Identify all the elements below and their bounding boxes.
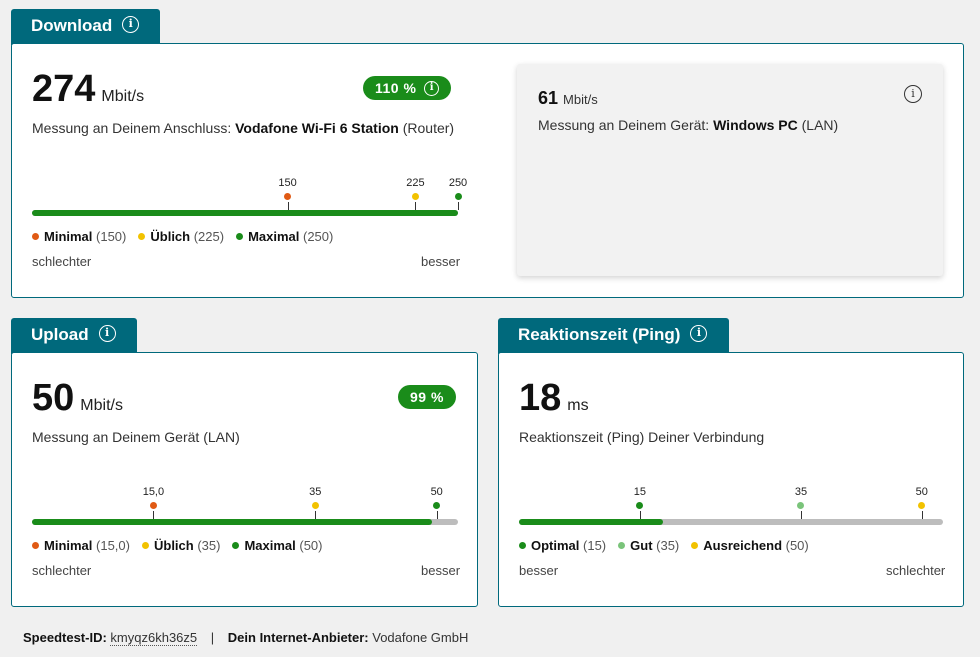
- ping-card: 18 ms Reaktionszeit (Ping) Deiner Verbind…: [498, 352, 964, 607]
- ping-tick-label: 15: [633, 486, 646, 498]
- provider-label: Dein Internet-Anbieter:: [227, 630, 369, 645]
- scale-left: besser: [519, 563, 559, 578]
- legend-dot: [691, 542, 699, 550]
- separator: |: [210, 630, 215, 645]
- upload-tick-line: [436, 511, 438, 519]
- ping-unit: ms: [567, 397, 589, 414]
- upload-progress-fill: [32, 519, 433, 525]
- ping-tick-marker: [797, 502, 805, 509]
- upload-progress-bar: [32, 519, 458, 525]
- info-icon: i: [424, 80, 440, 96]
- upload-tab: Upload i: [11, 318, 137, 354]
- upload-tick-marker: [311, 502, 319, 509]
- upload-legend-item: Minimal (15,0): [32, 538, 130, 553]
- download-tick-marker: [284, 193, 292, 200]
- ping-tick-label: 50: [915, 486, 928, 498]
- download-badge[interactable]: 110 % i: [363, 76, 452, 100]
- upload-tick-marker: [433, 502, 441, 509]
- download-desc: Messung an Deinem Anschluss: Vodafone Wi…: [32, 120, 455, 136]
- download-tick-marker: [454, 193, 462, 200]
- upload-desc: Messung an Deinem Gerät (LAN): [32, 429, 240, 445]
- provider-value: Vodafone GmbH: [372, 630, 469, 645]
- upload-tick-marker: [149, 502, 157, 509]
- legend-dot: [519, 542, 526, 550]
- pc-measurement-box: 61 Mbit/s i Messung an Deinem Gerät: Wind…: [517, 64, 943, 276]
- legend-dot: [618, 542, 626, 550]
- legend-dot: [32, 542, 39, 550]
- upload-tick-line: [315, 511, 317, 519]
- upload-tick-label: 35: [309, 486, 322, 498]
- info-icon[interactable]: i: [98, 325, 116, 343]
- speedtest-id-label: Speedtest-ID:: [23, 630, 107, 645]
- ping-value: 18 ms: [519, 377, 589, 419]
- speedtest-id-value[interactable]: kmyqz6kh36z5: [110, 630, 198, 646]
- pc-value: 61 Mbit/s: [538, 88, 598, 108]
- ping-tick-line: [639, 511, 641, 519]
- download-legend-item: Minimal (150): [32, 229, 126, 244]
- download-legend: Minimal (150) Üblich (225) Maximal (250): [32, 229, 345, 244]
- download-unit: Mbit/s: [101, 88, 145, 105]
- ping-tick-marker: [636, 502, 644, 509]
- download-progress-fill: [32, 210, 458, 216]
- upload-badge: 99 %: [398, 385, 456, 409]
- upload-legend-item: Maximal (50): [232, 538, 323, 553]
- footer: Speedtest-ID: kmyqz6kh36z5 | Dein Intern…: [23, 630, 469, 646]
- download-tick-line: [458, 202, 459, 210]
- scale-right: besser: [421, 254, 461, 269]
- ping-legend-item: Optimal (15): [519, 538, 606, 553]
- download-tick-label: 150: [278, 177, 297, 189]
- legend-dot: [32, 233, 39, 241]
- download-tick-line: [287, 202, 289, 210]
- upload-legend-item: Üblich (35): [141, 538, 220, 553]
- ping-progress-bar: [519, 519, 943, 525]
- scale-right: schlechter: [886, 563, 946, 578]
- upload-value: 50 Mbit/s: [32, 377, 123, 419]
- upload-tick-line: [153, 511, 155, 519]
- download-legend-item: Maximal (250): [236, 229, 333, 244]
- ping-progress-fill: [519, 519, 664, 525]
- scale-left: schlechter: [32, 563, 92, 578]
- download-tick-line: [415, 202, 417, 210]
- legend-dot: [236, 233, 244, 241]
- scale-left: schlechter: [32, 254, 92, 269]
- info-icon[interactable]: i: [904, 85, 922, 103]
- download-tick-label: 225: [406, 177, 425, 189]
- ping-desc: Reaktionszeit (Ping) Deiner Verbindung: [519, 429, 765, 445]
- upload-title: Upload: [31, 325, 89, 344]
- download-tick-label: 250: [448, 177, 468, 189]
- ping-tick-line: [921, 511, 923, 519]
- upload-legend: Minimal (15,0) Üblich (35) Maximal (50): [32, 538, 335, 553]
- scale-right: besser: [421, 563, 461, 578]
- ping-legend-item: Ausreichend (50): [691, 538, 809, 553]
- pc-desc: Messung an Deinem Gerät: Windows PC (LAN…: [538, 117, 839, 133]
- ping-legend-item: Gut (35): [618, 538, 679, 553]
- download-legend-item: Üblich (225): [138, 229, 224, 244]
- download-progress-bar: [32, 210, 458, 216]
- download-title: Download: [31, 16, 113, 35]
- download-card: 274 Mbit/s 110 % i Messung an Deinem Ansch…: [11, 43, 964, 298]
- download-value: 274 Mbit/s: [32, 68, 145, 110]
- download-tab: Download i: [11, 9, 160, 45]
- legend-dot: [138, 233, 146, 241]
- ping-tick-marker: [918, 502, 926, 509]
- upload-card: 50 Mbit/s 99 % Messung an Deinem Gerät (L…: [11, 352, 478, 607]
- upload-tick-label: 50: [430, 486, 443, 498]
- upload-unit: Mbit/s: [80, 397, 123, 414]
- ping-legend: Optimal (15) Gut (35) Ausreichend (50): [519, 538, 821, 553]
- info-icon[interactable]: i: [122, 16, 140, 34]
- ping-tick-line: [800, 511, 802, 519]
- ping-tick-label: 35: [794, 486, 808, 498]
- legend-dot: [232, 542, 240, 550]
- download-tick-marker: [411, 193, 419, 200]
- upload-tick-label: 15,0: [142, 486, 165, 498]
- legend-dot: [141, 542, 149, 550]
- info-icon[interactable]: i: [690, 325, 708, 343]
- ping-title: Reaktionszeit (Ping): [518, 325, 681, 344]
- ping-tab: Reaktionszeit (Ping) i: [498, 318, 729, 354]
